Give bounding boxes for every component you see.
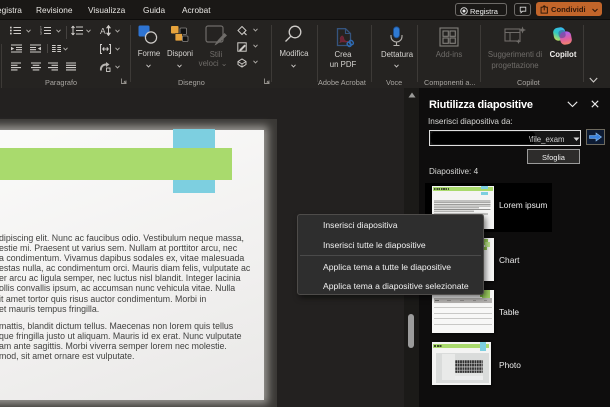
svg-text:3: 3 — [40, 32, 42, 35]
svg-text:A: A — [100, 26, 106, 36]
